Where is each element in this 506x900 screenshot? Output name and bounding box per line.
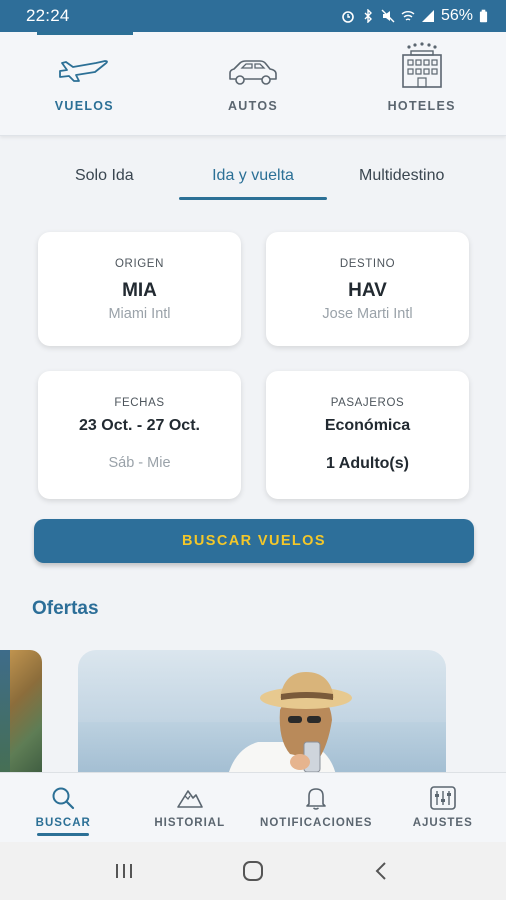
passengers-cabin: Económica bbox=[324, 417, 411, 434]
dates-range: 23 Oct. - 27 Oct. bbox=[79, 417, 200, 434]
search-icon bbox=[52, 787, 75, 810]
nav-buscar[interactable]: BUSCAR bbox=[0, 773, 127, 842]
wifi-icon bbox=[401, 11, 415, 21]
nav-buscar-label: BUSCAR bbox=[35, 817, 91, 829]
destination-code: HAV bbox=[348, 280, 387, 301]
tab-solo-ida[interactable]: Solo Ida bbox=[30, 150, 179, 202]
destination-card[interactable]: DESTINO HAV Jose Marti Intl bbox=[266, 232, 469, 346]
battery-percent: 56% bbox=[440, 7, 473, 24]
mute-icon bbox=[381, 9, 395, 23]
airplane-icon bbox=[59, 60, 109, 82]
sliders-icon bbox=[429, 786, 456, 810]
tab-hoteles[interactable]: HOTELES bbox=[337, 32, 506, 135]
category-tabs: VUELOS AUTOS HOTELES bbox=[0, 32, 506, 136]
destination-label: DESTINO bbox=[339, 258, 396, 270]
tab-hoteles-label: HOTELES bbox=[387, 99, 456, 113]
nav-notificaciones[interactable]: NOTIFICACIONES bbox=[253, 773, 380, 842]
tab-autos[interactable]: AUTOS bbox=[169, 32, 338, 135]
offer-card-previous[interactable] bbox=[0, 650, 42, 775]
passengers-card[interactable]: PASAJEROS Económica 1 Adulto(s) bbox=[266, 371, 469, 499]
status-bar: 22:24 56% bbox=[0, 0, 506, 32]
offer-card[interactable] bbox=[78, 650, 446, 775]
nav-historial[interactable]: HISTORIAL bbox=[127, 773, 254, 842]
nav-historial-label: HISTORIAL bbox=[154, 817, 226, 829]
status-time: 22:24 bbox=[26, 6, 70, 25]
origin-name: Miami Intl bbox=[108, 306, 171, 322]
passengers-count: 1 Adulto(s) bbox=[326, 455, 409, 472]
tab-autos-label: AUTOS bbox=[227, 99, 279, 113]
alarm-icon bbox=[342, 11, 354, 23]
origin-code: MIA bbox=[122, 280, 157, 301]
bluetooth-icon bbox=[364, 9, 372, 23]
tab-vuelos[interactable]: VUELOS bbox=[0, 32, 169, 135]
dates-days: Sáb - Mie bbox=[108, 455, 171, 471]
bell-icon bbox=[306, 788, 327, 810]
bottom-navigation: BUSCAR HISTORIAL NOTIFICACIONES AJUSTES bbox=[0, 772, 506, 842]
tab-multidestino[interactable]: Multidestino bbox=[327, 150, 476, 202]
tab-ida-y-vuelta[interactable]: Ida y vuelta bbox=[178, 150, 328, 202]
trip-type-tabs: Solo Ida Ida y vuelta Multidestino bbox=[30, 150, 476, 202]
destination-name: Jose Marti Intl bbox=[322, 306, 413, 322]
battery-icon bbox=[479, 9, 488, 23]
nav-ajustes[interactable]: AJUSTES bbox=[380, 773, 506, 842]
dates-card[interactable]: FECHAS 23 Oct. - 27 Oct. Sáb - Mie bbox=[38, 371, 241, 499]
mountain-icon bbox=[176, 790, 203, 808]
nav-ajustes-label: AJUSTES bbox=[412, 817, 473, 829]
search-flights-button[interactable]: BUSCAR VUELOS bbox=[34, 519, 474, 563]
offer-image-woman bbox=[228, 672, 352, 775]
tab-vuelos-label: VUELOS bbox=[54, 99, 114, 113]
system-navigation-bar bbox=[0, 842, 506, 900]
passengers-label: PASAJEROS bbox=[330, 397, 405, 409]
dates-label: FECHAS bbox=[114, 397, 165, 409]
home-icon[interactable] bbox=[242, 860, 264, 882]
origin-card[interactable]: ORIGEN MIA Miami Intl bbox=[38, 232, 241, 346]
offers-title: Ofertas bbox=[32, 598, 99, 619]
nav-notificaciones-label: NOTIFICACIONES bbox=[260, 817, 373, 829]
hotel-icon bbox=[401, 42, 442, 88]
origin-label: ORIGEN bbox=[115, 258, 164, 270]
back-icon[interactable] bbox=[371, 860, 393, 882]
signal-icon bbox=[421, 10, 434, 22]
status-icons: 56% bbox=[341, 7, 488, 25]
recent-apps-icon[interactable] bbox=[113, 861, 135, 881]
car-icon bbox=[229, 60, 277, 85]
